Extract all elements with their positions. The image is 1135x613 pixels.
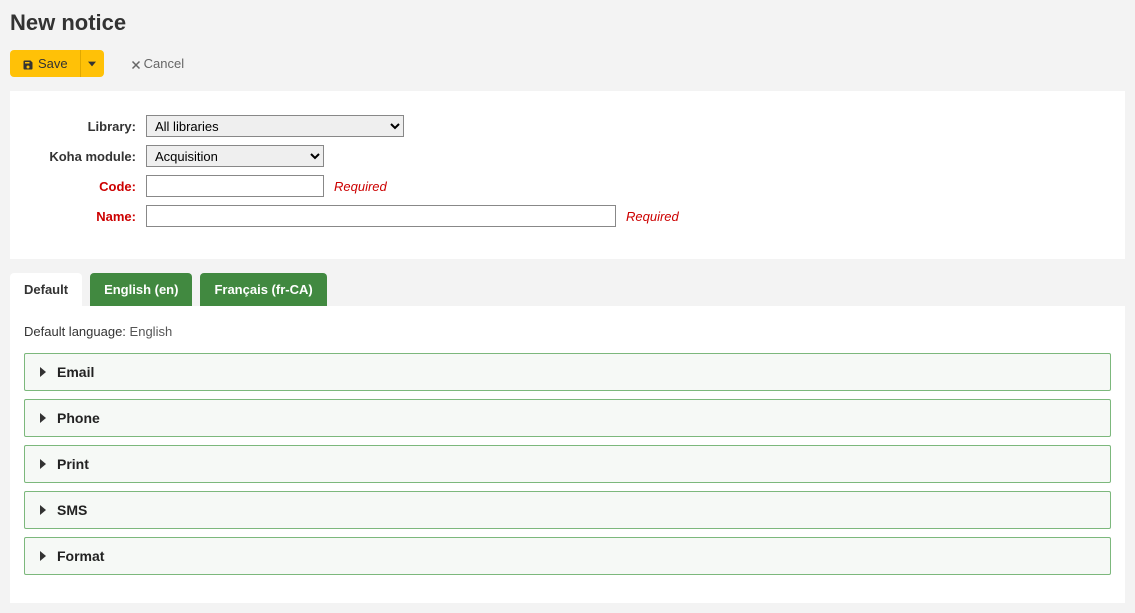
- library-row: Library: All libraries: [38, 115, 1097, 137]
- save-button-label: Save: [38, 56, 68, 71]
- accordion-email: Email: [24, 353, 1111, 391]
- save-button-group: Save: [10, 50, 104, 77]
- accordion-phone: Phone: [24, 399, 1111, 437]
- code-row: Code: Required: [38, 175, 1097, 197]
- toolbar: Save Cancel: [10, 50, 1125, 77]
- form-panel: Library: All libraries Koha module: Acqu…: [10, 91, 1125, 259]
- caret-right-icon: [39, 411, 47, 426]
- library-label: Library:: [38, 119, 146, 134]
- accordion-title: Phone: [57, 410, 100, 426]
- accordion-header-sms[interactable]: SMS: [25, 492, 1110, 528]
- tab-default[interactable]: Default: [10, 273, 82, 306]
- accordion-title: SMS: [57, 502, 87, 518]
- accordion-header-phone[interactable]: Phone: [25, 400, 1110, 436]
- caret-right-icon: [39, 503, 47, 518]
- name-required-hint: Required: [626, 209, 679, 224]
- code-required-hint: Required: [334, 179, 387, 194]
- module-label: Koha module:: [38, 149, 146, 164]
- cancel-button-label: Cancel: [144, 56, 184, 71]
- name-input[interactable]: [146, 205, 616, 227]
- save-icon: [22, 56, 34, 71]
- cancel-button[interactable]: Cancel: [118, 50, 196, 77]
- caret-right-icon: [39, 457, 47, 472]
- save-button[interactable]: Save: [10, 50, 80, 77]
- accordion-header-print[interactable]: Print: [25, 446, 1110, 482]
- page-title: New notice: [10, 10, 1125, 36]
- module-select[interactable]: Acquisition: [146, 145, 324, 167]
- accordion-header-format[interactable]: Format: [25, 538, 1110, 574]
- accordion-title: Print: [57, 456, 89, 472]
- accordion-header-email[interactable]: Email: [25, 354, 1110, 390]
- language-tabs: Default English (en) Français (fr-CA): [10, 273, 1125, 306]
- accordion-title: Email: [57, 364, 94, 380]
- default-language-label: Default language:: [24, 324, 126, 339]
- default-language-value: English: [130, 324, 173, 339]
- accordion-title: Format: [57, 548, 104, 564]
- save-dropdown-toggle[interactable]: [80, 50, 104, 77]
- tab-content-default: Default language: English Email Phone Pr…: [10, 306, 1125, 603]
- code-input[interactable]: [146, 175, 324, 197]
- caret-right-icon: [39, 365, 47, 380]
- accordion-sms: SMS: [24, 491, 1111, 529]
- module-row: Koha module: Acquisition: [38, 145, 1097, 167]
- code-label: Code:: [38, 179, 146, 194]
- close-icon: [130, 56, 142, 71]
- accordion-print: Print: [24, 445, 1111, 483]
- name-label: Name:: [38, 209, 146, 224]
- caret-down-icon: [88, 56, 96, 71]
- accordion-format: Format: [24, 537, 1111, 575]
- default-language-line: Default language: English: [24, 324, 1111, 339]
- library-select[interactable]: All libraries: [146, 115, 404, 137]
- tab-francais[interactable]: Français (fr-CA): [200, 273, 326, 306]
- tab-english[interactable]: English (en): [90, 273, 192, 306]
- name-row: Name: Required: [38, 205, 1097, 227]
- caret-right-icon: [39, 549, 47, 564]
